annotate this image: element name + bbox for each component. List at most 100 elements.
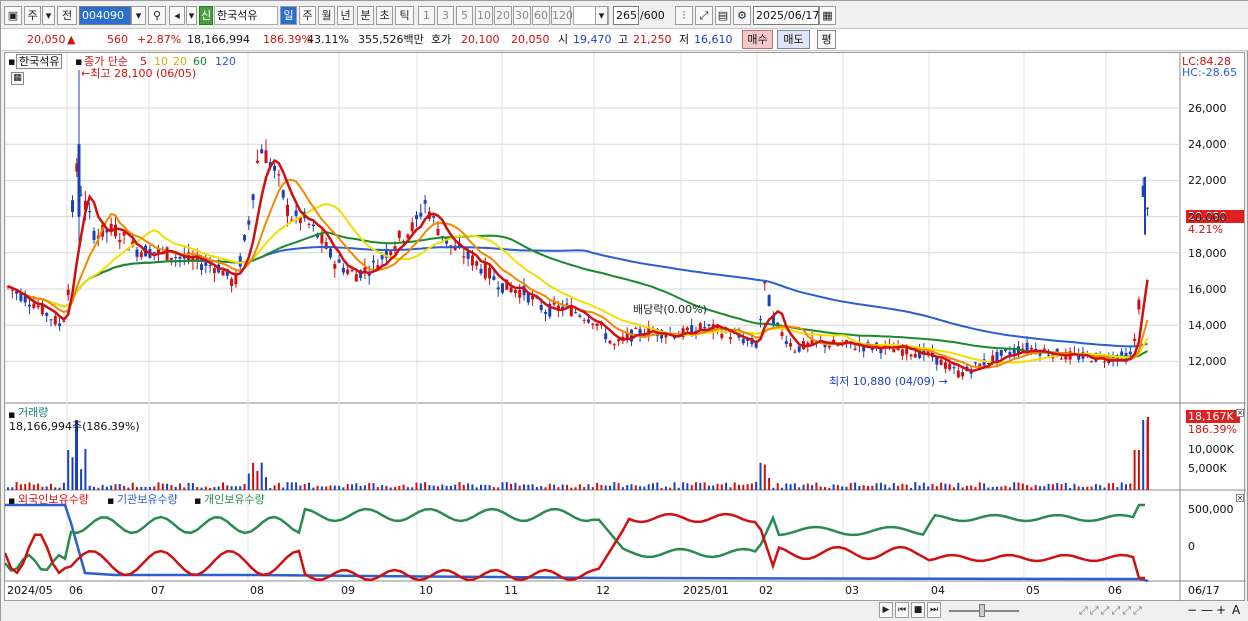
layout-icon[interactable]: ▣ xyxy=(4,6,22,25)
scroll-next-icon[interactable]: ▶ xyxy=(879,602,893,618)
speaker-dropdown-icon[interactable]: ▾ xyxy=(186,6,197,25)
candle-style-icon[interactable]: ⫶ xyxy=(675,6,693,25)
date-input[interactable]: 2025/06/17 xyxy=(753,6,819,25)
volume-bar xyxy=(37,483,40,490)
settings-gear-icon[interactable]: ⚙ xyxy=(733,6,751,25)
save-icon[interactable]: ▤ xyxy=(715,6,731,25)
calendar-icon[interactable]: ▦ xyxy=(819,6,836,25)
volume-bar xyxy=(583,486,586,490)
volume-tick-5000k: 5,000K xyxy=(1188,462,1227,475)
zoom-reset-icon[interactable]: — xyxy=(1201,604,1213,617)
toolbar: ▣ 주 ▾ 전 004090 ▾ ⚲ ◂ ▾ 신 한국석유 일 주 월 년 분 … xyxy=(1,1,1248,29)
num-30-button[interactable]: 30 xyxy=(513,6,531,25)
period-year-button[interactable]: 년 xyxy=(337,6,354,25)
count-total-label: /600 xyxy=(640,9,665,22)
volume-bar xyxy=(209,487,212,490)
num-5-button[interactable]: 5 xyxy=(456,6,473,25)
candle-body xyxy=(595,323,599,326)
volume-bar xyxy=(991,487,994,490)
volume-bar xyxy=(609,485,611,490)
zoom-in-icon[interactable]: + xyxy=(1216,604,1226,617)
search-icon[interactable]: ⚲ xyxy=(148,6,166,25)
num-20-button[interactable]: 20 xyxy=(494,6,512,25)
volume-bar xyxy=(639,486,642,490)
chart-area[interactable]: ▪ 한국석유 ▪ 종가 단순 5 10 20 60 120 ▦ ←최고 28,1… xyxy=(4,52,1246,602)
volume-bar xyxy=(682,482,685,490)
period-day-button[interactable]: 일 xyxy=(280,6,297,25)
num-custom-dropdown-icon[interactable]: ▾ xyxy=(595,6,608,25)
volume-bar xyxy=(325,486,328,490)
num-120-button[interactable]: 120 xyxy=(551,6,573,25)
volume-bar xyxy=(1060,484,1063,490)
scroll-end-icon[interactable]: ⏭ xyxy=(927,602,941,618)
candle-body xyxy=(165,247,169,261)
period-second-button[interactable]: 초 xyxy=(376,6,393,25)
volume-bar xyxy=(660,487,663,490)
candle-body xyxy=(1025,342,1029,351)
tool-icons[interactable]: ⤢⤢⤢⤢⤢⤢ xyxy=(1079,604,1144,617)
stop-icon[interactable]: ■ xyxy=(911,602,925,618)
candle-body xyxy=(544,312,547,314)
sell-button[interactable]: 매도 xyxy=(777,30,810,49)
volume-bar xyxy=(84,449,87,490)
code-input[interactable]: 004090 xyxy=(79,6,131,25)
ma-20-line xyxy=(7,202,1149,364)
x-tick-label: 03 xyxy=(845,584,859,597)
calculator-icon[interactable]: ▦ xyxy=(11,72,24,85)
font-size-icon[interactable]: A xyxy=(1232,604,1240,617)
code-dropdown-icon[interactable]: ▾ xyxy=(131,6,146,25)
dropdown-arrow-icon[interactable]: ▾ xyxy=(42,6,55,25)
speaker-icon[interactable]: ◂ xyxy=(169,6,185,25)
zoom-out-icon[interactable]: − xyxy=(1187,604,1197,617)
stock-name-field[interactable]: 한국석유 xyxy=(214,6,278,25)
volume-bar xyxy=(1137,450,1140,490)
chart-window: ▣ 주 ▾ 전 004090 ▾ ⚲ ◂ ▾ 신 한국석유 일 주 월 년 분 … xyxy=(0,0,1248,621)
candle-body xyxy=(152,251,156,253)
crosshair-icon[interactable]: ⤢ xyxy=(695,6,713,25)
num-1-button[interactable]: 1 xyxy=(418,6,435,25)
type-button[interactable]: 주 xyxy=(24,6,41,25)
volume-bar xyxy=(759,462,762,490)
prev-button[interactable]: 전 xyxy=(57,6,77,25)
candle-body xyxy=(432,216,436,218)
candle-body xyxy=(45,313,49,316)
num-10-button[interactable]: 10 xyxy=(475,6,493,25)
volume-bar xyxy=(1125,484,1127,490)
num-3-button[interactable]: 3 xyxy=(437,6,454,25)
candle-body xyxy=(1133,338,1137,341)
volume-bar xyxy=(1099,485,1102,490)
volume-bar xyxy=(200,487,203,490)
holding-close-icon[interactable]: × xyxy=(1236,494,1244,502)
volume-bar xyxy=(858,485,861,490)
candle-body xyxy=(77,144,81,217)
candle-body xyxy=(410,222,414,232)
period-month-button[interactable]: 월 xyxy=(318,6,335,25)
zoom-slider-handle[interactable] xyxy=(979,604,985,617)
price-change: 560 xyxy=(107,33,128,46)
buy-button[interactable]: 매수 xyxy=(742,30,773,49)
num-60-button[interactable]: 60 xyxy=(532,6,550,25)
volume-bar xyxy=(1064,482,1067,490)
count-input[interactable]: 265 xyxy=(613,6,639,25)
candle-body xyxy=(741,338,745,344)
period-minute-button[interactable]: 분 xyxy=(357,6,374,25)
eval-button[interactable]: 평 xyxy=(817,30,836,49)
ma-10-line xyxy=(7,178,1149,369)
current-price: 20,050 xyxy=(27,33,66,46)
volume-bar xyxy=(849,483,852,490)
volume-bar xyxy=(957,482,960,490)
high-note-text: 최고 28,100 (06/05) xyxy=(90,67,197,80)
volume-bar xyxy=(1069,487,1072,490)
holding-marker-icon-2: ▪ xyxy=(107,494,115,507)
period-week-button[interactable]: 주 xyxy=(299,6,316,25)
volume-bar xyxy=(312,487,315,490)
candle-body xyxy=(728,337,732,340)
candle-body xyxy=(685,327,689,331)
right-arrow-icon: → xyxy=(935,375,948,388)
volume-bar xyxy=(888,487,891,490)
scroll-start-icon[interactable]: ⏮ xyxy=(895,602,909,618)
period-tick-button[interactable]: 틱 xyxy=(395,6,414,25)
volume-close-icon[interactable]: × xyxy=(1236,409,1244,417)
indiv-holding-label: 개인보유수량 xyxy=(204,493,265,506)
volume-bar xyxy=(824,487,826,490)
